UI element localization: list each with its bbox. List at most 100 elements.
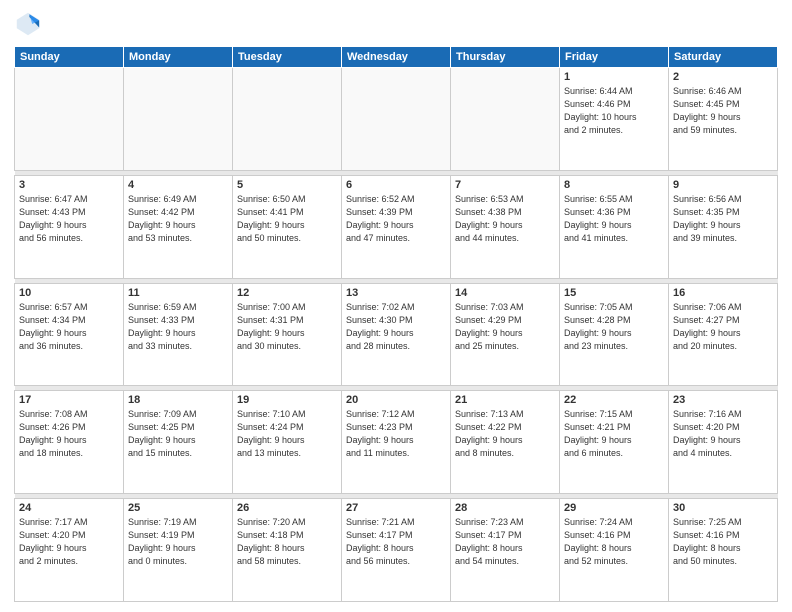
day-cell: 2 Sunrise: 6:46 AM Sunset: 4:45 PM Daylig… [669, 68, 778, 171]
weekday-wednesday: Wednesday [342, 47, 451, 68]
day-info: Sunrise: 7:02 AM Sunset: 4:30 PM Dayligh… [346, 301, 446, 353]
day-cell: 18 Sunrise: 7:09 AM Sunset: 4:25 PM Dayli… [124, 391, 233, 494]
day-info: Sunrise: 7:12 AM Sunset: 4:23 PM Dayligh… [346, 408, 446, 460]
day-cell: 19 Sunrise: 7:10 AM Sunset: 4:24 PM Dayli… [233, 391, 342, 494]
day-number: 18 [128, 394, 228, 406]
day-cell: 22 Sunrise: 7:15 AM Sunset: 4:21 PM Dayli… [560, 391, 669, 494]
day-cell: 15 Sunrise: 7:05 AM Sunset: 4:28 PM Dayli… [560, 283, 669, 386]
day-info: Sunrise: 7:21 AM Sunset: 4:17 PM Dayligh… [346, 516, 446, 568]
day-info: Sunrise: 6:53 AM Sunset: 4:38 PM Dayligh… [455, 193, 555, 245]
day-cell: 1 Sunrise: 6:44 AM Sunset: 4:46 PM Daylig… [560, 68, 669, 171]
day-info: Sunrise: 6:46 AM Sunset: 4:45 PM Dayligh… [673, 85, 773, 137]
weekday-saturday: Saturday [669, 47, 778, 68]
day-number: 17 [19, 394, 119, 406]
day-number: 26 [237, 502, 337, 514]
day-number: 24 [19, 502, 119, 514]
day-cell: 25 Sunrise: 7:19 AM Sunset: 4:19 PM Dayli… [124, 499, 233, 602]
day-number: 30 [673, 502, 773, 514]
day-number: 13 [346, 287, 446, 299]
day-cell: 11 Sunrise: 6:59 AM Sunset: 4:33 PM Dayli… [124, 283, 233, 386]
day-info: Sunrise: 6:57 AM Sunset: 4:34 PM Dayligh… [19, 301, 119, 353]
day-info: Sunrise: 7:10 AM Sunset: 4:24 PM Dayligh… [237, 408, 337, 460]
day-number: 19 [237, 394, 337, 406]
weekday-tuesday: Tuesday [233, 47, 342, 68]
day-number: 7 [455, 179, 555, 191]
day-cell: 29 Sunrise: 7:24 AM Sunset: 4:16 PM Dayli… [560, 499, 669, 602]
day-number: 2 [673, 71, 773, 83]
day-info: Sunrise: 6:47 AM Sunset: 4:43 PM Dayligh… [19, 193, 119, 245]
day-info: Sunrise: 7:20 AM Sunset: 4:18 PM Dayligh… [237, 516, 337, 568]
day-number: 3 [19, 179, 119, 191]
day-info: Sunrise: 6:55 AM Sunset: 4:36 PM Dayligh… [564, 193, 664, 245]
day-cell: 5 Sunrise: 6:50 AM Sunset: 4:41 PM Daylig… [233, 175, 342, 278]
day-info: Sunrise: 7:08 AM Sunset: 4:26 PM Dayligh… [19, 408, 119, 460]
day-info: Sunrise: 7:24 AM Sunset: 4:16 PM Dayligh… [564, 516, 664, 568]
day-cell [342, 68, 451, 171]
day-number: 29 [564, 502, 664, 514]
day-number: 14 [455, 287, 555, 299]
day-cell: 6 Sunrise: 6:52 AM Sunset: 4:39 PM Daylig… [342, 175, 451, 278]
day-info: Sunrise: 7:19 AM Sunset: 4:19 PM Dayligh… [128, 516, 228, 568]
day-info: Sunrise: 7:15 AM Sunset: 4:21 PM Dayligh… [564, 408, 664, 460]
weekday-monday: Monday [124, 47, 233, 68]
week-row-2: 3 Sunrise: 6:47 AM Sunset: 4:43 PM Daylig… [15, 175, 778, 278]
day-info: Sunrise: 7:13 AM Sunset: 4:22 PM Dayligh… [455, 408, 555, 460]
day-number: 20 [346, 394, 446, 406]
day-cell: 26 Sunrise: 7:20 AM Sunset: 4:18 PM Dayli… [233, 499, 342, 602]
day-info: Sunrise: 6:49 AM Sunset: 4:42 PM Dayligh… [128, 193, 228, 245]
day-number: 22 [564, 394, 664, 406]
day-cell: 28Sunrise: 7:23 AM Sunset: 4:17 PM Dayli… [451, 499, 560, 602]
day-cell: 12 Sunrise: 7:00 AM Sunset: 4:31 PM Dayli… [233, 283, 342, 386]
day-info: Sunrise: 7:25 AM Sunset: 4:16 PM Dayligh… [673, 516, 773, 568]
day-cell: 14 Sunrise: 7:03 AM Sunset: 4:29 PM Dayli… [451, 283, 560, 386]
day-info: Sunrise: 6:50 AM Sunset: 4:41 PM Dayligh… [237, 193, 337, 245]
day-cell [451, 68, 560, 171]
header [14, 10, 778, 38]
weekday-friday: Friday [560, 47, 669, 68]
day-cell: 7 Sunrise: 6:53 AM Sunset: 4:38 PM Daylig… [451, 175, 560, 278]
day-cell: 20 Sunrise: 7:12 AM Sunset: 4:23 PM Dayli… [342, 391, 451, 494]
day-cell: 16Sunrise: 7:06 AM Sunset: 4:27 PM Dayli… [669, 283, 778, 386]
day-number: 11 [128, 287, 228, 299]
week-row-3: 10 Sunrise: 6:57 AM Sunset: 4:34 PM Dayli… [15, 283, 778, 386]
day-number: 1 [564, 71, 664, 83]
day-info: Sunrise: 7:17 AM Sunset: 4:20 PM Dayligh… [19, 516, 119, 568]
day-cell: 23 Sunrise: 7:16 AM Sunset: 4:20 PM Dayli… [669, 391, 778, 494]
day-number: 28 [455, 502, 555, 514]
day-cell: 9Sunrise: 6:56 AM Sunset: 4:35 PM Daylig… [669, 175, 778, 278]
day-number: 25 [128, 502, 228, 514]
day-cell: 27 Sunrise: 7:21 AM Sunset: 4:17 PM Dayli… [342, 499, 451, 602]
day-number: 10 [19, 287, 119, 299]
week-row-1: 1 Sunrise: 6:44 AM Sunset: 4:46 PM Daylig… [15, 68, 778, 171]
day-cell [124, 68, 233, 171]
day-cell: 21Sunrise: 7:13 AM Sunset: 4:22 PM Dayli… [451, 391, 560, 494]
day-info: Sunrise: 7:09 AM Sunset: 4:25 PM Dayligh… [128, 408, 228, 460]
day-number: 27 [346, 502, 446, 514]
logo-icon [14, 10, 42, 38]
day-number: 5 [237, 179, 337, 191]
day-cell: 13 Sunrise: 7:02 AM Sunset: 4:30 PM Dayli… [342, 283, 451, 386]
day-cell [233, 68, 342, 171]
day-info: Sunrise: 7:00 AM Sunset: 4:31 PM Dayligh… [237, 301, 337, 353]
day-info: Sunrise: 7:16 AM Sunset: 4:20 PM Dayligh… [673, 408, 773, 460]
day-cell: 4 Sunrise: 6:49 AM Sunset: 4:42 PM Daylig… [124, 175, 233, 278]
day-number: 6 [346, 179, 446, 191]
weekday-thursday: Thursday [451, 47, 560, 68]
page: SundayMondayTuesdayWednesdayThursdayFrid… [0, 0, 792, 612]
week-row-5: 24 Sunrise: 7:17 AM Sunset: 4:20 PM Dayli… [15, 499, 778, 602]
day-number: 4 [128, 179, 228, 191]
day-number: 9 [673, 179, 773, 191]
day-number: 12 [237, 287, 337, 299]
logo [14, 10, 46, 38]
day-number: 8 [564, 179, 664, 191]
day-info: Sunrise: 7:03 AM Sunset: 4:29 PM Dayligh… [455, 301, 555, 353]
day-cell [15, 68, 124, 171]
day-number: 15 [564, 287, 664, 299]
day-info: Sunrise: 6:44 AM Sunset: 4:46 PM Dayligh… [564, 85, 664, 137]
day-info: Sunrise: 6:52 AM Sunset: 4:39 PM Dayligh… [346, 193, 446, 245]
day-info: Sunrise: 6:59 AM Sunset: 4:33 PM Dayligh… [128, 301, 228, 353]
day-cell: 30 Sunrise: 7:25 AM Sunset: 4:16 PM Dayli… [669, 499, 778, 602]
day-info: Sunrise: 7:05 AM Sunset: 4:28 PM Dayligh… [564, 301, 664, 353]
day-number: 23 [673, 394, 773, 406]
day-cell: 8 Sunrise: 6:55 AM Sunset: 4:36 PM Daylig… [560, 175, 669, 278]
